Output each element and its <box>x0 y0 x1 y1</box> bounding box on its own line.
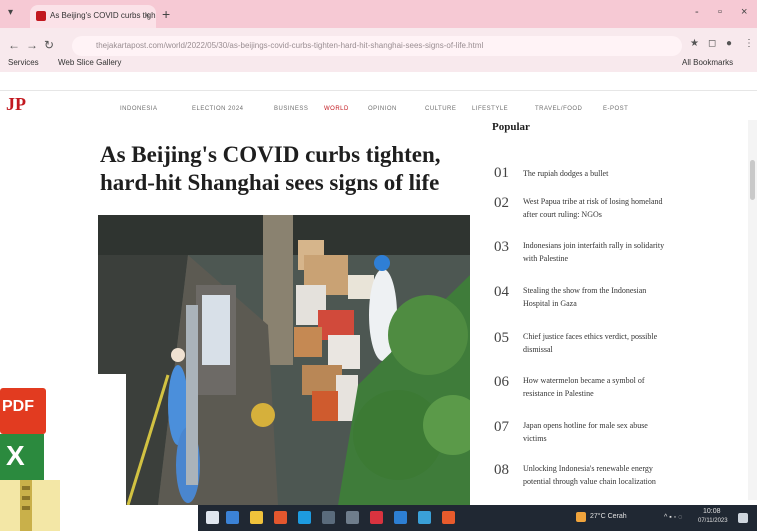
browser-tab-bar: ▾ As Beijing's COVID curbs tigh × + - ▫ … <box>0 0 757 28</box>
article-photo-illustration <box>98 215 470 505</box>
address-text: thejakartapost.com/world/2022/05/30/as-b… <box>96 41 484 50</box>
store-icon[interactable] <box>346 511 359 524</box>
popular-item-title[interactable]: How watermelon became a symbol of resist… <box>523 374 673 400</box>
close-window-button[interactable]: × <box>741 6 747 18</box>
menu-icon[interactable]: ⋮ <box>744 38 754 49</box>
pdf-app-icon[interactable] <box>370 511 383 524</box>
zip-archive-icon[interactable] <box>0 480 60 531</box>
clock-time[interactable]: 10:08 <box>703 508 721 515</box>
maximize-button[interactable]: ▫ <box>718 6 722 18</box>
excel-file-icon[interactable]: X <box>0 434 44 480</box>
address-bar[interactable]: thejakartapost.com/world/2022/05/30/as-b… <box>72 36 682 56</box>
windows-taskbar: 27°C Cerah ^ ▪ ◦ ◌ 10:08 07/11/2023 <box>198 505 757 531</box>
tab-search-icon[interactable]: ▾ <box>8 7 20 19</box>
site-nav-item-e-post[interactable]: E-POST <box>603 106 628 112</box>
site-nav-item-lifestyle[interactable]: LIFESTYLE <box>472 106 508 112</box>
forward-icon[interactable]: → <box>26 38 38 52</box>
tab-close-icon[interactable]: × <box>145 10 150 20</box>
zip-archive-graphic <box>0 480 60 531</box>
clock-date[interactable]: 07/11/2023 <box>698 518 728 524</box>
popular-item-number: 03 <box>494 239 509 255</box>
site-nav: INDONESIA ELECTION 2024 BUSINESS WORLD O… <box>120 106 720 116</box>
popular-item-title[interactable]: Japan opens hotline for male sex abuse v… <box>523 419 673 445</box>
chrome-icon[interactable] <box>442 511 455 524</box>
popular-item-number: 08 <box>494 462 509 478</box>
article-photo <box>98 215 470 505</box>
task-view-icon[interactable] <box>226 511 239 524</box>
popular-item-title[interactable]: Indonesians join interfaith rally in sol… <box>523 239 673 265</box>
popular-item-title[interactable]: West Papua tribe at risk of losing homel… <box>523 195 673 221</box>
popular-item-number: 06 <box>494 374 509 390</box>
bookmark-services[interactable]: Services <box>8 58 39 67</box>
popular-item-title[interactable]: Chief justice faces ethics verdict, poss… <box>523 330 673 356</box>
bookmarks-bar: Services Web Slice Gallery All Bookmarks <box>0 58 757 72</box>
popular-item-number: 05 <box>494 330 509 346</box>
tray-icons[interactable]: ^ ▪ ◦ ◌ <box>664 514 682 521</box>
back-icon[interactable]: ← <box>8 38 20 52</box>
popular-item-title[interactable]: The rupiah dodges a bullet <box>523 167 673 180</box>
tab-title: As Beijing's COVID curbs tigh <box>50 11 156 20</box>
pdf-file-icon[interactable]: PDF <box>0 388 46 434</box>
article-headline: As Beijing's COVID curbs tighten, hard-h… <box>100 141 495 197</box>
headline-line-2: hard-hit Shanghai sees signs of life <box>100 170 440 195</box>
extensions-icon[interactable]: ◻ <box>708 38 716 49</box>
new-tab-button[interactable]: + <box>162 6 170 22</box>
site-nav-item-opinion[interactable]: OPINION <box>368 106 397 112</box>
weather-text[interactable]: 27°C Cerah <box>590 513 627 520</box>
popular-item-number: 07 <box>494 419 509 435</box>
jp-favicon-icon <box>36 11 46 21</box>
mail-icon[interactable] <box>322 511 335 524</box>
notification-icon[interactable] <box>738 513 748 523</box>
popular-item-number: 01 <box>494 165 509 181</box>
site-logo[interactable]: JP <box>6 94 28 116</box>
site-nav-item-election-2024[interactable]: ELECTION 2024 <box>192 106 244 112</box>
popular-item-number: 04 <box>494 284 509 300</box>
popular-item-title[interactable]: Unlocking Indonesia's renewable energy p… <box>523 462 673 488</box>
popular-item-number: 02 <box>494 195 509 211</box>
site-nav-item-indonesia[interactable]: INDONESIA <box>120 106 158 112</box>
minimize-button[interactable]: - <box>695 6 699 18</box>
word-icon[interactable] <box>394 511 407 524</box>
site-nav-item-business[interactable]: BUSINESS <box>274 106 308 112</box>
edge-icon[interactable] <box>298 511 311 524</box>
search-icon[interactable] <box>206 511 219 524</box>
page-scrollbar-thumb[interactable] <box>750 160 755 200</box>
popular-title: Popular <box>492 121 530 133</box>
browser-toolbar: ← → ↻ thejakartapost.com/world/2022/05/3… <box>0 28 757 72</box>
app-icon[interactable] <box>418 511 431 524</box>
bookmark-web-slice-gallery[interactable]: Web Slice Gallery <box>58 58 121 67</box>
bookmark-all-bookmarks[interactable]: All Bookmarks <box>682 58 733 67</box>
profile-icon[interactable]: ● <box>726 38 732 49</box>
site-nav-item-culture[interactable]: CULTURE <box>425 106 456 112</box>
firefox-icon[interactable] <box>274 511 287 524</box>
weather-icon <box>576 512 586 522</box>
site-nav-item-travel-food[interactable]: TRAVEL/FOOD <box>535 106 582 112</box>
toolbar-divider <box>0 90 757 91</box>
reload-icon[interactable]: ↻ <box>44 38 54 52</box>
file-explorer-icon[interactable] <box>250 511 263 524</box>
star-icon[interactable]: ★ <box>690 38 699 49</box>
browser-tab-active[interactable]: As Beijing's COVID curbs tigh × <box>30 5 156 28</box>
popular-item-title[interactable]: Stealing the show from the Indonesian Ho… <box>523 284 673 310</box>
site-nav-item-world[interactable]: WORLD <box>324 106 349 112</box>
headline-line-1: As Beijing's COVID curbs tighten, <box>100 142 441 167</box>
